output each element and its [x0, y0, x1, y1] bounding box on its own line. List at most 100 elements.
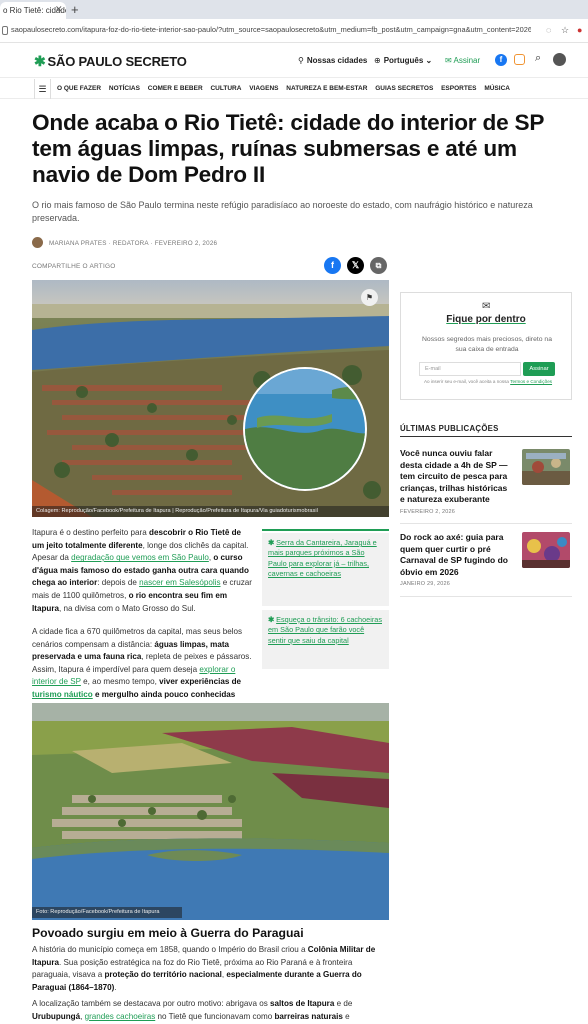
nav-item-guias-secretos[interactable]: GUIAS SECRETOS: [375, 85, 433, 92]
nav-items: O QUE FAZER NOTÍCIAS COMER E BEBER CULTU…: [57, 85, 516, 92]
paragraph-1: Itapura é o destino perfeito para descob…: [32, 527, 254, 615]
url-text[interactable]: saopaulosecreto.com/itapura-foz-do-rio-t…: [11, 25, 531, 34]
star-icon[interactable]: ☆: [561, 25, 569, 36]
logo-star-icon: ✱: [34, 53, 46, 69]
newsletter-legal: Ao inserir seu e-mail, você aceita a nos…: [421, 379, 555, 385]
menu-icon[interactable]: ☰: [34, 79, 51, 99]
latest-pubs-rule: [400, 436, 572, 437]
text: A localização também se destacava por ou…: [32, 999, 270, 1008]
main-nav: ☰ O QUE FAZER NOTÍCIAS COMER E BEBER CUL…: [0, 79, 588, 99]
text: e, ao mesmo tempo,: [80, 677, 160, 687]
close-icon[interactable]: ✕: [55, 4, 63, 15]
image-2-caption: Foto: Reprodução/Facebook/Prefeitura de …: [32, 907, 182, 918]
new-tab-icon[interactable]: +: [71, 2, 79, 17]
article-headline: Onde acaba o Rio Tietê: cidade do interi…: [32, 110, 544, 187]
inline-link[interactable]: grandes cachoeiras: [85, 1012, 156, 1021]
byline-text: MARIANA PRATES · REDATORA · FEVEREIRO 2,…: [49, 240, 218, 247]
email-field[interactable]: E-mail: [419, 362, 521, 376]
search-icon[interactable]: ⌕: [535, 52, 541, 65]
eye-off-icon[interactable]: ◌: [546, 25, 551, 35]
assinar-label: Assinar: [453, 56, 481, 65]
copy-link-icon[interactable]: ⧉: [370, 257, 387, 274]
legal-text: Ao inserir seu e-mail, você aceita a nos…: [423, 379, 511, 384]
pub-thumbnail[interactable]: [522, 449, 570, 485]
newsletter-card: ✉ Fique por dentro Nossos segredos mais …: [400, 292, 572, 400]
instagram-icon[interactable]: [514, 54, 525, 65]
inline-link[interactable]: nascer em Salesópolis: [139, 578, 220, 587]
subscribe-button[interactable]: Assinar: [523, 362, 555, 376]
article-image-2: [32, 703, 389, 920]
nav-item-noticias[interactable]: NOTÍCIAS: [109, 85, 140, 92]
pub-thumbnail[interactable]: [522, 532, 570, 568]
logo-text: SÃO PAULO SECRETO: [47, 54, 187, 69]
text: A história do município começa em 1858, …: [32, 945, 308, 954]
globe-icon: ⊕: [374, 56, 381, 65]
related-link-box[interactable]: ✱ Esqueça o trânsito: 6 cachoeiras em São…: [262, 610, 389, 669]
site-info-icon[interactable]: [2, 26, 8, 35]
pub-item-date: FEVEREIRO 2, 2026: [400, 509, 456, 515]
text: Itapura é o destino perfeito para: [32, 528, 149, 537]
star-icon: ✱: [268, 538, 275, 547]
nav-item-cultura[interactable]: CULTURA: [210, 85, 241, 92]
nav-item-o-que-fazer[interactable]: O QUE FAZER: [57, 85, 101, 92]
terms-link[interactable]: Termos e Condições: [510, 379, 552, 384]
latest-pubs-heading: ÚLTIMAS PUBLICAÇÕES: [400, 424, 499, 433]
nav-item-natureza[interactable]: NATUREZA E BEM-ESTAR: [286, 85, 367, 92]
text: : depois de: [97, 578, 140, 588]
bold-text: barreiras naturais: [274, 1011, 343, 1021]
share-x-icon[interactable]: 𝕏: [347, 257, 364, 274]
related-link[interactable]: Esqueça o trânsito: 6 cachoeiras em São …: [268, 615, 382, 645]
paragraph-4: A localização também se destacava por ou…: [32, 998, 389, 1023]
related-link-box[interactable]: ✱ Serra da Cantareira, Jaraguá e mais par…: [262, 533, 389, 606]
address-bar[interactable]: saopaulosecreto.com/itapura-foz-do-rio-t…: [0, 19, 588, 43]
paragraph-2: A cidade fica a 670 quilômetros da capit…: [32, 626, 254, 714]
facebook-icon[interactable]: f: [495, 54, 507, 66]
author-name[interactable]: MARIANA PRATES · REDATORA: [49, 240, 148, 247]
newsletter-title: Fique por dentro: [446, 314, 526, 325]
language-label: Português: [383, 56, 424, 65]
nav-item-musica[interactable]: MÚSICA: [484, 85, 510, 92]
chevron-down-icon: ⌄: [423, 56, 433, 65]
author-avatar[interactable]: [32, 237, 43, 248]
nav-item-esportes[interactable]: ESPORTES: [441, 85, 476, 92]
newsletter-desc: Nossos segredos mais preciosos, direto n…: [422, 336, 552, 353]
site-logo[interactable]: ✱ SÃO PAULO SECRETO: [34, 53, 187, 70]
bold-text: proteção do território nacional: [104, 970, 222, 980]
related-box-rule: [262, 529, 389, 531]
nav-item-comer-e-beber[interactable]: COMER E BEBER: [148, 85, 203, 92]
pub-item-title[interactable]: Você nunca ouviu falar desta cidade a 4h…: [400, 448, 512, 506]
hero-image: [32, 280, 389, 517]
text: e de: [334, 999, 353, 1008]
bold-text: Urubupungá: [32, 1011, 81, 1021]
paragraph-3: A história do município começa em 1858, …: [32, 944, 389, 994]
pub-item-date: JANEIRO 29, 2026: [400, 581, 450, 587]
pub-item-title[interactable]: Do rock ao axé: guia para quem quer curt…: [400, 532, 512, 578]
nossas-cidades-link[interactable]: ⚲ Nossas cidades: [298, 56, 367, 65]
extension-icon[interactable]: ●: [577, 25, 582, 35]
article-subhead: O rio mais famoso de São Paulo termina n…: [32, 200, 533, 223]
nossas-cidades-label: Nossas cidades: [306, 56, 368, 65]
bookmark-icon[interactable]: ⚑: [361, 289, 378, 306]
bold-text: viver experiências de: [159, 677, 242, 687]
section-heading: Povoado surgiu em meio à Guerra do Parag…: [32, 926, 304, 940]
pub-separator: [400, 523, 572, 524]
assinar-link[interactable]: ✉ Assinar: [445, 56, 480, 65]
language-selector[interactable]: ⊕ Português ⌄: [374, 56, 432, 65]
inline-link[interactable]: degradação que vemos em São Paulo: [71, 553, 209, 562]
share-label: COMPARTILHE O ARTIGO: [32, 263, 116, 270]
article-date: FEVEREIRO 2, 2026: [154, 240, 218, 247]
hero-caption: Colagem: Reprodução/Facebook/Prefeitura …: [32, 506, 389, 517]
share-facebook-icon[interactable]: f: [324, 257, 341, 274]
user-avatar-icon[interactable]: [553, 53, 566, 66]
nav-item-viagens[interactable]: VIAGENS: [249, 85, 278, 92]
text: e: [342, 1011, 350, 1021]
newsletter-icon: ✉: [482, 301, 491, 312]
browser-tab-bar: o Rio Tietê: cidade ✕ +: [0, 0, 588, 19]
text: .: [114, 982, 117, 992]
inline-link[interactable]: turismo náutico: [32, 690, 93, 699]
text: , na divisa com o Mato Grosso do Sul.: [59, 603, 196, 613]
related-link[interactable]: Serra da Cantareira, Jaraguá e mais parq…: [268, 538, 377, 578]
star-icon: ✱: [268, 615, 275, 624]
bold-text: saltos de Itapura: [270, 999, 335, 1008]
pin-icon: ⚲: [298, 56, 304, 65]
